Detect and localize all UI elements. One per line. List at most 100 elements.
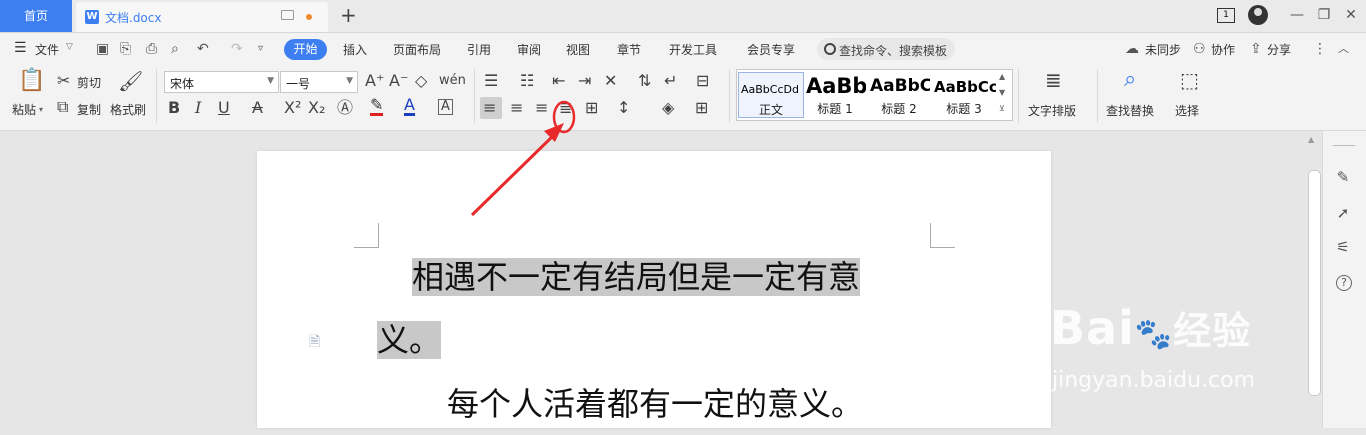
more-icon[interactable]: ⋮ (1313, 42, 1327, 56)
customize-toolbar-icon[interactable]: ▿ (258, 42, 263, 56)
scroll-down-icon[interactable]: ▼ (999, 88, 1005, 97)
tab-sections[interactable]: 章节 (617, 41, 641, 58)
tab-start[interactable]: 开始 (284, 39, 327, 60)
chevron-down-icon[interactable]: ▾ (39, 105, 43, 114)
superscript-icon[interactable]: X² (284, 99, 301, 117)
save-icon[interactable]: ▣ (96, 42, 109, 56)
hamburger-icon[interactable]: ☰ (14, 41, 27, 55)
monitor-icon[interactable] (281, 10, 294, 20)
paste-button[interactable]: 粘贴 (12, 101, 36, 118)
paragraph-1-line-2[interactable]: 义。 (377, 309, 442, 371)
show-marks-icon[interactable]: ↵ (664, 72, 677, 90)
borders-icon[interactable]: ⊞ (695, 99, 708, 117)
collaborate-button[interactable]: 协作 (1211, 41, 1235, 58)
font-name-select[interactable]: 宋体 ▼ (164, 71, 279, 93)
grow-font-icon[interactable]: A⁺ (365, 72, 384, 90)
style-sample: AaBbCc (934, 78, 996, 96)
print-icon[interactable]: ⎙ (146, 42, 157, 56)
find-replace-button[interactable]: 查找替换 (1106, 102, 1154, 119)
tab-references[interactable]: 引用 (467, 41, 491, 58)
italic-icon[interactable]: I (195, 99, 201, 117)
underline-icon[interactable]: U (218, 99, 230, 117)
phonetic-guide-icon[interactable]: wén (439, 72, 466, 90)
style-name: 标题 3 (946, 102, 982, 116)
export-pdf-icon[interactable]: ⎘ (120, 42, 131, 56)
chevron-down-icon[interactable]: ▽ (66, 42, 73, 52)
tab-insert[interactable]: 插入 (343, 41, 367, 58)
chinese-layout-icon[interactable]: ✕ (604, 72, 617, 90)
format-painter-button[interactable]: 格式刷 (110, 101, 146, 118)
text-layout-icon[interactable]: ≣ (1045, 70, 1062, 90)
paragraph-2[interactable]: 每个人活着都有一定的意义。 (447, 373, 863, 435)
tab-member[interactable]: 会员专享 (747, 41, 795, 58)
share-icon[interactable]: ⇪ (1250, 42, 1262, 56)
subscript-icon[interactable]: X₂ (308, 99, 325, 117)
bold-icon[interactable]: B (168, 99, 180, 117)
style-heading-1[interactable]: AaBb 标题 1 (804, 72, 866, 116)
window-count-badge[interactable]: 1 (1217, 8, 1235, 23)
bullet-list-icon[interactable]: ☰ (484, 72, 498, 90)
tab-developer[interactable]: 开发工具 (669, 41, 717, 58)
style-heading-2[interactable]: AaBbC 标题 2 (868, 72, 930, 116)
pen-icon[interactable]: ✎ (1334, 168, 1352, 186)
expand-gallery-icon[interactable]: ⊻ (999, 104, 1005, 113)
home-tab[interactable]: 首页 (0, 0, 72, 32)
copy-button[interactable]: 复制 (77, 101, 101, 118)
command-search[interactable]: 查找命令、搜索模板 (817, 38, 955, 60)
tab-page-layout[interactable]: 页面布局 (393, 41, 441, 58)
text-layout-button[interactable]: 文字排版 (1028, 102, 1076, 119)
paragraph-layout-icon[interactable]: 🗎 (309, 331, 320, 355)
text-effect-icon[interactable]: Ⓐ (337, 99, 353, 117)
sliders-icon[interactable]: ⚟ (1334, 238, 1352, 256)
strikethrough-icon[interactable]: A (252, 99, 263, 117)
select-button[interactable]: 选择 (1175, 102, 1199, 119)
increase-indent-icon[interactable]: ⇥ (578, 72, 591, 90)
numbered-list-icon[interactable]: ☷ (520, 72, 534, 90)
new-tab-button[interactable]: + (340, 3, 358, 27)
copy-icon[interactable]: ⧉ (57, 98, 68, 116)
font-size-select[interactable]: 一号 ▼ (280, 71, 358, 93)
scroll-up-icon[interactable]: ▲ (999, 72, 1005, 81)
help-icon[interactable]: ? (1336, 275, 1352, 291)
person-icon[interactable]: ⚇ (1193, 42, 1206, 56)
file-menu[interactable]: 文件 (35, 41, 59, 58)
cut-button[interactable]: 剪切 (77, 74, 101, 91)
collapse-ribbon-icon[interactable]: ︿ (1338, 42, 1349, 56)
undo-icon[interactable]: ↶ (197, 42, 209, 56)
find-replace-icon[interactable]: ⌕ (1124, 69, 1136, 91)
document-page[interactable]: 🗎 相遇不一定有结局但是一定有意 义。 每个人活着都有一定的意义。 (257, 151, 1051, 428)
print-preview-icon[interactable]: ⌕ (171, 42, 179, 56)
style-name: 标题 1 (817, 102, 853, 116)
char-border-icon[interactable]: A (438, 99, 453, 115)
font-color-icon[interactable]: A (404, 97, 415, 116)
scroll-up-icon[interactable]: ▲ (1308, 135, 1314, 144)
shrink-font-icon[interactable]: A⁻ (389, 72, 408, 90)
tab-review[interactable]: 审阅 (517, 41, 541, 58)
paste-icon[interactable]: 📋 (18, 70, 45, 92)
redo-icon[interactable]: ↷ (231, 42, 243, 56)
highlight-color-icon[interactable]: ✎ (370, 97, 384, 116)
cursor-icon[interactable]: ➚ (1334, 204, 1352, 222)
line-spacing-icon[interactable]: ↕ (617, 99, 630, 117)
minimize-button[interactable]: — (1286, 5, 1308, 25)
sync-status[interactable]: 未同步 (1145, 41, 1181, 58)
style-heading-3[interactable]: AaBbCc 标题 3 (932, 72, 996, 116)
cloud-icon[interactable]: ☁ (1125, 42, 1139, 56)
sort-icon[interactable]: ⇅ (638, 72, 651, 90)
paragraph-1-line-1[interactable]: 相遇不一定有结局但是一定有意 (412, 246, 861, 308)
decrease-indent-icon[interactable]: ⇤ (552, 72, 565, 90)
format-painter-icon[interactable]: 🖌 (118, 71, 143, 91)
shading-icon[interactable]: ◈ (662, 99, 674, 117)
scissors-icon[interactable]: ✂ (57, 72, 70, 90)
document-tab[interactable]: W 文档.docx (76, 2, 328, 32)
style-name: 正文 (758, 103, 783, 117)
select-icon[interactable]: ⬚ (1180, 70, 1199, 90)
style-normal[interactable]: AaBbCcDd 正文 (738, 72, 804, 118)
restore-button[interactable]: ❐ (1313, 5, 1335, 25)
share-button[interactable]: 分享 (1267, 41, 1291, 58)
clear-format-icon[interactable]: ◇ (415, 72, 427, 90)
close-button[interactable]: ✕ (1340, 5, 1362, 25)
avatar[interactable] (1248, 5, 1268, 25)
table-border-icon[interactable]: ⊟ (696, 72, 709, 90)
tab-view[interactable]: 视图 (566, 41, 590, 58)
